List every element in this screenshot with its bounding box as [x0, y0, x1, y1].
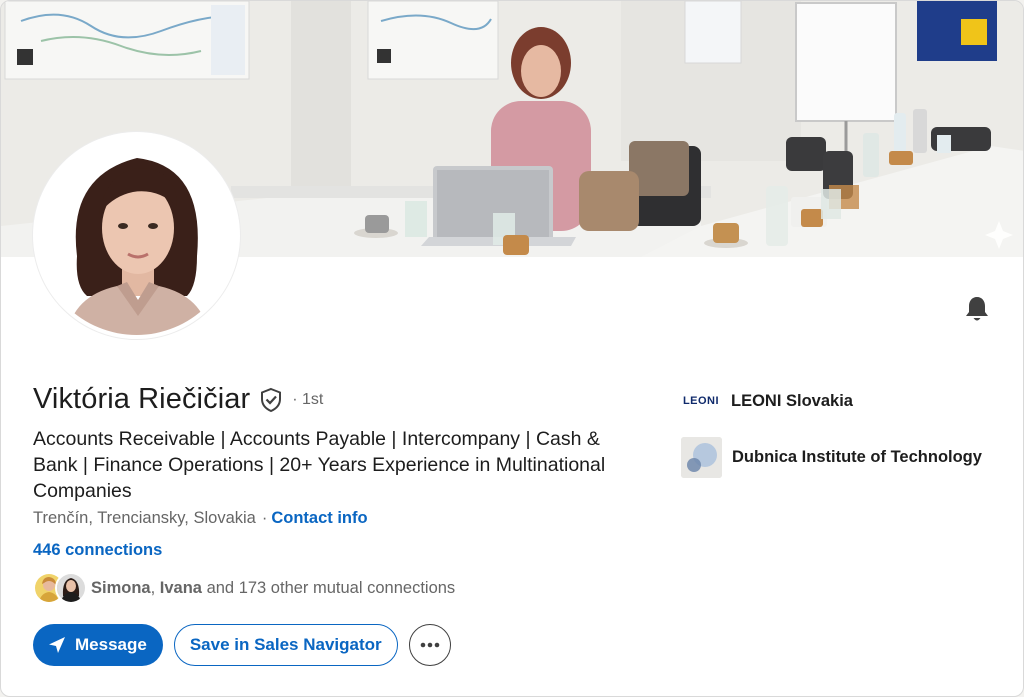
profile-avatar[interactable]	[33, 132, 240, 339]
contact-info-link[interactable]: Contact info	[271, 509, 367, 527]
mutual-name-1[interactable]: Simona	[91, 579, 151, 597]
school-name: Dubnica Institute of Technology	[732, 448, 982, 466]
education-school[interactable]: Dubnica Institute of Technology	[681, 437, 982, 478]
company-logo: LEONI	[682, 395, 720, 407]
more-icon	[420, 642, 439, 648]
mutual-rest: and 173 other mutual connections	[206, 578, 456, 597]
name-row: Viktória Riečičiar · 1st	[33, 383, 323, 416]
bell-icon[interactable]	[961, 293, 993, 325]
more-button[interactable]	[408, 624, 451, 666]
message-button[interactable]: Message	[33, 624, 163, 666]
message-button-label: Message	[75, 635, 147, 654]
mutual-name-2[interactable]: Ivana	[160, 579, 202, 597]
company-name: LEONI Slovakia	[731, 391, 853, 410]
mutual-text: Simona, Ivana and 173 other mutual conne…	[91, 578, 456, 597]
save-sales-navigator-button[interactable]: Save in Sales Navigator	[173, 624, 398, 666]
current-company[interactable]: LEONI LEONI Slovakia	[681, 385, 853, 417]
mutual-avatars	[33, 572, 87, 604]
mutual-avatar-2	[55, 572, 87, 604]
profile-location: Trenčín, Trenciansky, Slovakia	[33, 509, 256, 527]
profile-card: Viktória Riečičiar · 1st Accounts Receiv…	[0, 0, 1024, 697]
location-row: Trenčín, Trenciansky, Slovakia · Contact i…	[33, 509, 368, 528]
profile-name: Viktória Riečičiar	[33, 383, 251, 415]
separator-dot: ·	[261, 509, 268, 527]
verified-icon[interactable]	[258, 387, 284, 413]
send-icon	[49, 637, 65, 653]
profile-headline: Accounts Receivable | Accounts Payable |…	[33, 428, 606, 502]
profile-actions: Message Save in Sales Navigator	[33, 624, 451, 666]
connections-link[interactable]: 446 connections	[33, 541, 162, 560]
connection-degree: · 1st	[292, 390, 324, 408]
mutual-connections[interactable]: Simona, Ivana and 173 other mutual conne…	[33, 572, 455, 604]
school-logo	[681, 437, 722, 478]
